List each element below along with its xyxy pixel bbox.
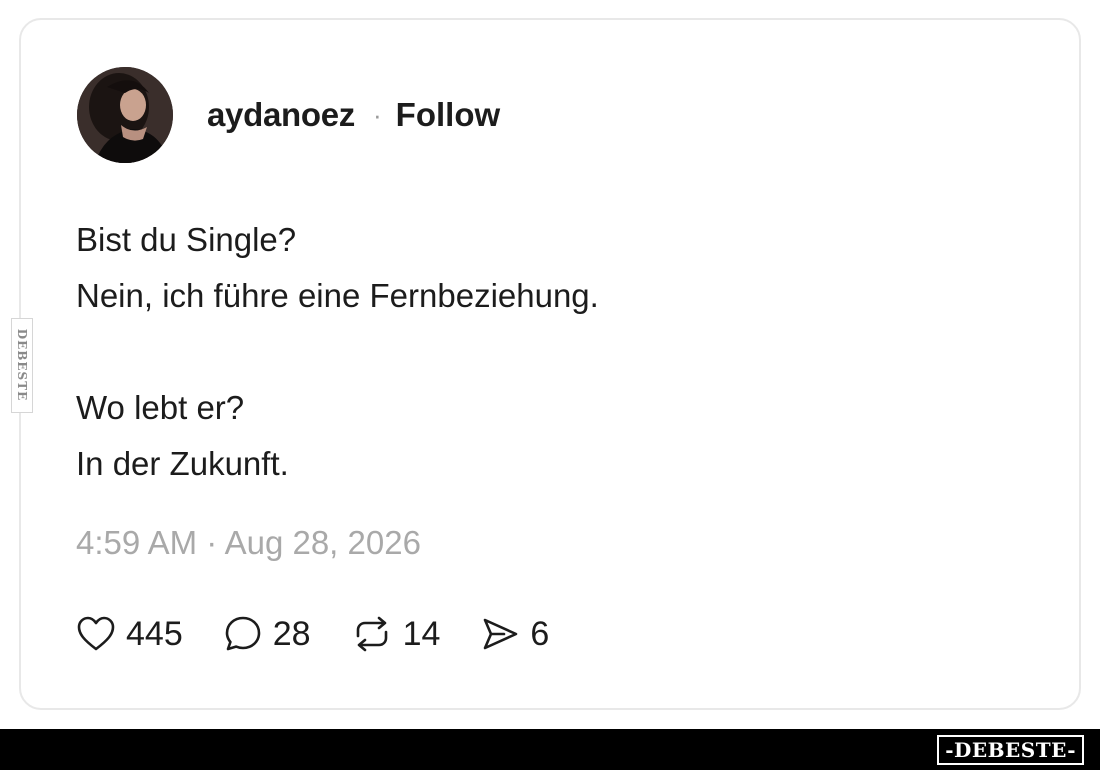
share-button[interactable]: 6 (480, 615, 549, 654)
heart-icon (77, 616, 115, 651)
post-line-blank (76, 324, 976, 380)
post-actions: 445 28 14 6 (76, 612, 589, 656)
post-line: Wo lebt er? (76, 389, 245, 426)
reply-count: 28 (272, 614, 311, 653)
svg-text:DEBESTE: DEBESTE (15, 329, 29, 402)
avatar-image (77, 67, 173, 163)
share-count: 6 (530, 614, 550, 653)
footer-bar: -DEBESTE- (0, 729, 1100, 770)
debeste-logo: -DEBESTE- (937, 735, 1084, 765)
side-watermark-text: DEBESTE (15, 329, 29, 402)
speech-bubble-icon (225, 616, 261, 651)
like-count: 445 (126, 614, 183, 653)
side-watermark: DEBESTE (11, 318, 33, 413)
post-header: aydanoez · Follow (77, 66, 500, 164)
separator-dot: · (373, 99, 382, 130)
post-line: Nein, ich führe eine Fernbeziehung. (76, 277, 599, 314)
follow-button[interactable]: Follow (396, 96, 500, 134)
username[interactable]: aydanoez (207, 96, 355, 134)
avatar[interactable] (77, 67, 173, 163)
send-icon (484, 618, 518, 650)
post-text: Bist du Single? Nein, ich führe eine Fer… (76, 212, 976, 492)
like-button[interactable]: 445 (76, 615, 183, 654)
post-line: In der Zukunft. (76, 445, 289, 482)
repost-button[interactable]: 14 (351, 614, 441, 654)
repost-count: 14 (402, 614, 441, 653)
post-line: Bist du Single? (76, 221, 297, 258)
post-card: aydanoez · Follow Bist du Single? Nein, … (19, 18, 1081, 710)
repost-icon (356, 616, 387, 652)
post-timestamp: 4:59 AM · Aug 28, 2026 (76, 524, 421, 561)
reply-button[interactable]: 28 (223, 614, 311, 654)
